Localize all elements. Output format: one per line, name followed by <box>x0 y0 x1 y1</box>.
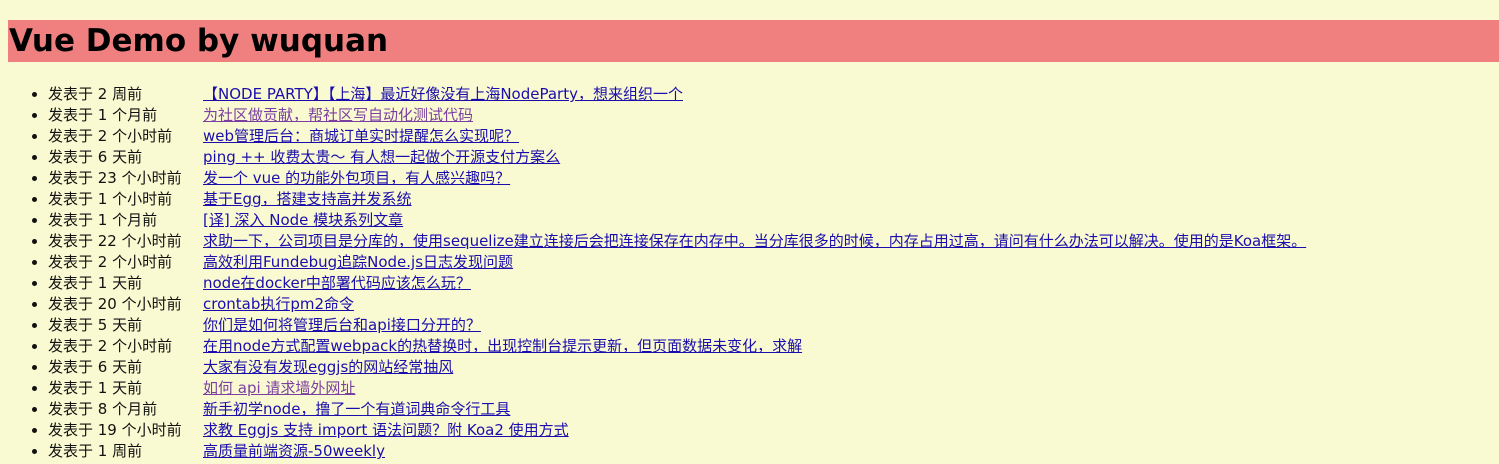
list-item: 发表于 6 天前 大家有没有发现eggjs的网站经常抽风 <box>48 357 1306 378</box>
topic-link[interactable]: 如何 api 请求墙外网址 <box>203 379 355 397</box>
topic-time: 发表于 2 周前 <box>48 85 143 103</box>
topic-time: 发表于 1 天前 <box>48 379 143 397</box>
topic-time: 发表于 1 个小时前 <box>48 190 173 208</box>
topic-link[interactable]: web管理后台：商城订单实时提醒怎么实现呢？ <box>203 127 519 145</box>
list-item: 发表于 2 个小时前 在用node方式配置webpack的热替换时，出现控制台提示… <box>48 336 1306 357</box>
list-item: 发表于 1 个小时前 基于Egg，搭建支持高并发系统 <box>48 189 1306 210</box>
list-item: 发表于 23 个小时前 发一个 vue 的功能外包项目，有人感兴趣吗？ <box>48 168 1306 189</box>
list-item: 发表于 6 天前 ping ++ 收费太贵～ 有人想一起做个开源支付方案么 <box>48 147 1306 168</box>
topic-time: 发表于 1 天前 <box>48 274 143 292</box>
topic-time: 发表于 5 天前 <box>48 316 143 334</box>
topic-time: 发表于 2 个小时前 <box>48 337 173 355</box>
list-item: 发表于 1 个月前 [译] 深入 Node 模块系列文章 <box>48 210 1306 231</box>
page-title: Vue Demo by wuquan <box>9 23 389 59</box>
topic-link[interactable]: node在docker中部署代码应该怎么玩？ <box>203 274 471 292</box>
list-item: 发表于 5 天前 你们是如何将管理后台和api接口分开的？ <box>48 315 1306 336</box>
topic-link[interactable]: 你们是如何将管理后台和api接口分开的？ <box>203 316 481 334</box>
topic-link[interactable]: 发一个 vue 的功能外包项目，有人感兴趣吗？ <box>203 169 510 187</box>
topic-time: 发表于 23 个小时前 <box>48 169 182 187</box>
list-item: 发表于 2 个小时前 web管理后台：商城订单实时提醒怎么实现呢？ <box>48 126 1306 147</box>
topic-link[interactable]: crontab执行pm2命令 <box>203 295 354 313</box>
topic-link[interactable]: 在用node方式配置webpack的热替换时，出现控制台提示更新，但页面数据未变… <box>203 337 802 355</box>
topic-time: 发表于 6 天前 <box>48 148 143 166</box>
topic-list: 发表于 2 周前 【NODE PARTY】【上海】最近好像没有上海NodePart… <box>0 84 1306 462</box>
topic-link[interactable]: 为社区做贡献，帮社区写自动化测试代码 <box>203 106 473 124</box>
topic-time: 发表于 22 个小时前 <box>48 232 182 250</box>
topic-time: 发表于 2 个小时前 <box>48 253 173 271</box>
topic-link[interactable]: 求助一下，公司项目是分库的，使用sequelize建立连接后会把连接保存在内存中… <box>203 232 1306 250</box>
topic-link[interactable]: 高效利用Fundebug追踪Node.js日志发现问题 <box>203 253 513 271</box>
list-item: 发表于 20 个小时前 crontab执行pm2命令 <box>48 294 1306 315</box>
topic-link[interactable]: 高质量前端资源-50weekly <box>203 442 385 460</box>
topic-time: 发表于 1 个月前 <box>48 211 158 229</box>
list-item: 发表于 8 个月前 新手初学node，撸了一个有道词典命令行工具 <box>48 399 1306 420</box>
topic-link[interactable]: 【NODE PARTY】【上海】最近好像没有上海NodeParty，想来组织一个 <box>203 85 683 103</box>
topic-time: 发表于 19 个小时前 <box>48 421 182 439</box>
topic-link[interactable]: [译] 深入 Node 模块系列文章 <box>203 211 403 229</box>
app-header: Vue Demo by wuquan <box>8 20 1499 62</box>
list-item: 发表于 1 天前 node在docker中部署代码应该怎么玩？ <box>48 273 1306 294</box>
topic-time: 发表于 8 个月前 <box>48 400 158 418</box>
list-item: 发表于 22 个小时前 求助一下，公司项目是分库的，使用sequelize建立连接… <box>48 231 1306 252</box>
topic-time: 发表于 2 个小时前 <box>48 127 173 145</box>
topic-time: 发表于 1 周前 <box>48 442 143 460</box>
list-item: 发表于 2 个小时前 高效利用Fundebug追踪Node.js日志发现问题 <box>48 252 1306 273</box>
list-item: 发表于 2 周前 【NODE PARTY】【上海】最近好像没有上海NodePart… <box>48 84 1306 105</box>
list-item: 发表于 1 个月前 为社区做贡献，帮社区写自动化测试代码 <box>48 105 1306 126</box>
topic-time: 发表于 6 天前 <box>48 358 143 376</box>
list-item: 发表于 1 天前 如何 api 请求墙外网址 <box>48 378 1306 399</box>
list-item: 发表于 1 周前 高质量前端资源-50weekly <box>48 441 1306 462</box>
topic-link[interactable]: 求教 Eggjs 支持 import 语法问题？附 Koa2 使用方式 <box>203 421 569 439</box>
topic-link[interactable]: 新手初学node，撸了一个有道词典命令行工具 <box>203 400 510 418</box>
topic-link[interactable]: 大家有没有发现eggjs的网站经常抽风 <box>203 358 453 376</box>
list-item: 发表于 19 个小时前 求教 Eggjs 支持 import 语法问题？附 Koa… <box>48 420 1306 441</box>
topic-link[interactable]: ping ++ 收费太贵～ 有人想一起做个开源支付方案么 <box>203 148 560 166</box>
topic-link[interactable]: 基于Egg，搭建支持高并发系统 <box>203 190 412 208</box>
topic-time: 发表于 1 个月前 <box>48 106 158 124</box>
topic-time: 发表于 20 个小时前 <box>48 295 182 313</box>
